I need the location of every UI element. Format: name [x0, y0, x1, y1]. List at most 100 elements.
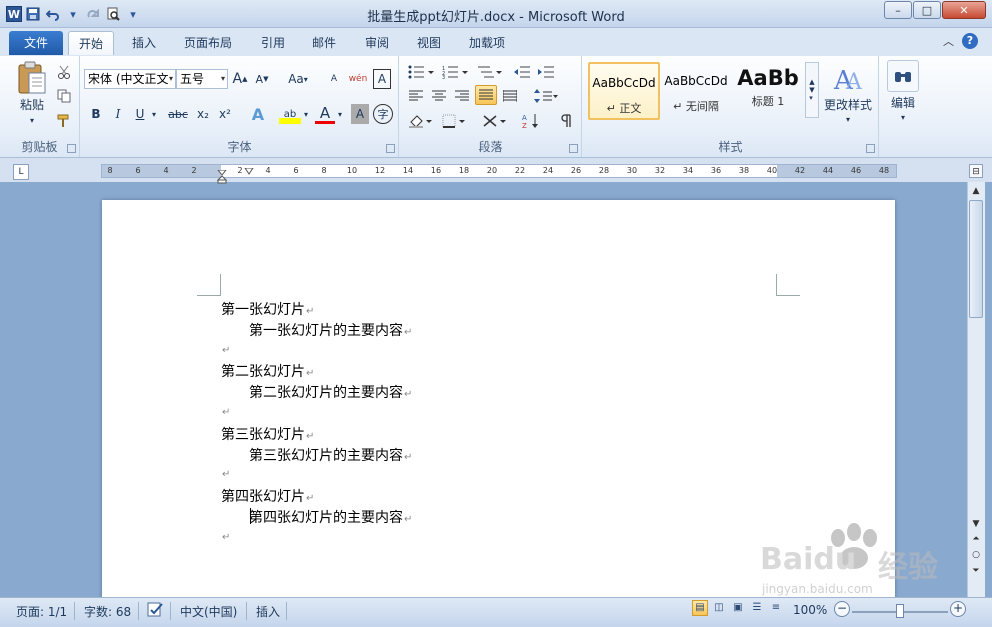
document-line[interactable]: 第一张幻灯片↵: [221, 299, 314, 319]
document-line[interactable]: 第四张幻灯片↵: [221, 486, 314, 506]
character-border-button[interactable]: A: [373, 69, 391, 89]
tab-selector-icon[interactable]: L: [13, 164, 29, 180]
justify-icon[interactable]: [475, 85, 497, 105]
copy-icon[interactable]: [54, 86, 74, 106]
tab-page-layout[interactable]: 页面布局: [174, 31, 242, 55]
shrink-font-button[interactable]: A ▼: [253, 69, 271, 89]
tab-file[interactable]: 文件: [9, 31, 63, 55]
empty-line[interactable]: ↵: [221, 341, 230, 357]
styles-group-label: 样式: [718, 140, 743, 154]
align-center-icon[interactable]: [429, 86, 449, 106]
language-indicator[interactable]: 中文(中国): [180, 603, 237, 620]
tab-view[interactable]: 视图: [407, 31, 451, 55]
tab-mailings[interactable]: 邮件: [302, 31, 346, 55]
increase-indent-icon[interactable]: [536, 62, 556, 82]
underline-dropdown-icon[interactable]: ▾: [149, 104, 159, 124]
decrease-indent-icon[interactable]: [512, 62, 532, 82]
font-color-dropdown-icon[interactable]: ▾: [335, 104, 345, 124]
paste-icon[interactable]: [14, 60, 50, 96]
style-heading-1[interactable]: AaBb 标题 1: [732, 62, 804, 120]
align-left-icon[interactable]: [406, 86, 426, 106]
full-screen-reading-icon[interactable]: ◫: [711, 600, 727, 616]
close-button[interactable]: ✕: [942, 1, 986, 19]
multilevel-list-icon[interactable]: [474, 62, 504, 82]
font-color-button[interactable]: A: [315, 104, 335, 124]
maximize-button[interactable]: □: [913, 1, 941, 19]
format-painter-icon[interactable]: [54, 111, 74, 131]
phonetic-guide-button[interactable]: wén: [347, 69, 369, 89]
first-line-indent-marker[interactable]: [244, 164, 254, 175]
style-no-spacing[interactable]: AaBbCcDd ↵ 无间隔: [660, 62, 732, 120]
editing-dropdown-icon[interactable]: ▾: [893, 112, 913, 122]
subscript-button[interactable]: x₂: [193, 104, 213, 124]
change-case-button[interactable]: Aa ▾: [285, 69, 311, 89]
tab-home[interactable]: 开始: [68, 31, 115, 55]
tab-addins[interactable]: 加载项: [459, 31, 515, 55]
minimize-button[interactable]: –: [884, 1, 912, 19]
svg-text:A: A: [522, 114, 527, 122]
web-layout-icon[interactable]: ▣: [730, 600, 746, 616]
styles-launcher-icon[interactable]: [866, 144, 875, 153]
document-line[interactable]: 第二张幻灯片的主要内容↵: [249, 382, 412, 402]
font-name-select[interactable]: 宋体 (中文正文 ▾: [84, 69, 176, 89]
clipboard-launcher-icon[interactable]: [67, 144, 76, 153]
paragraph-launcher-icon[interactable]: [569, 144, 578, 153]
word-count[interactable]: 字数: 68: [84, 603, 131, 620]
minimize-ribbon-icon[interactable]: ︿: [943, 33, 954, 49]
underline-button[interactable]: U: [131, 104, 149, 124]
insert-mode[interactable]: 插入: [256, 603, 280, 620]
borders-icon[interactable]: [440, 111, 468, 131]
chinese-layout-icon[interactable]: [480, 111, 508, 131]
highlight-button[interactable]: ab: [279, 104, 301, 124]
hanging-indent-marker[interactable]: [216, 169, 228, 184]
page-count[interactable]: 页面: 1/1: [16, 603, 67, 620]
clear-formatting-button[interactable]: A: [324, 69, 344, 89]
document-line[interactable]: 第二张幻灯片↵: [221, 361, 314, 381]
empty-line[interactable]: ↵: [221, 403, 230, 419]
strikethrough-button[interactable]: abc: [165, 104, 191, 124]
superscript-button[interactable]: x²: [215, 104, 235, 124]
empty-line[interactable]: ↵: [221, 528, 230, 544]
document-line[interactable]: 第三张幻灯片↵: [221, 424, 314, 444]
proofing-icon[interactable]: [146, 601, 166, 619]
grow-font-button[interactable]: A ▲: [231, 69, 249, 89]
paste-button-label[interactable]: 粘贴: [14, 96, 50, 112]
scrollbar-thumb[interactable]: [969, 200, 983, 318]
enclose-characters-button[interactable]: 字: [373, 104, 393, 124]
font-launcher-icon[interactable]: [386, 144, 395, 153]
tab-insert[interactable]: 插入: [122, 31, 166, 55]
print-layout-view-icon[interactable]: ▤: [692, 600, 708, 616]
paste-dropdown-icon[interactable]: ▾: [20, 114, 44, 126]
distributed-icon[interactable]: [500, 86, 520, 106]
empty-line[interactable]: ↵: [221, 465, 230, 481]
bold-button[interactable]: B: [87, 104, 105, 124]
sort-icon[interactable]: AZ: [520, 111, 542, 131]
ruler-toggle-icon[interactable]: ⊟: [969, 164, 983, 178]
change-styles-label[interactable]: 更改样式: [821, 96, 875, 112]
document-line[interactable]: 第一张幻灯片的主要内容↵: [249, 320, 412, 340]
shading-icon[interactable]: [406, 111, 434, 131]
tab-references[interactable]: 引用: [251, 31, 295, 55]
help-icon[interactable]: ?: [962, 33, 978, 49]
change-styles-dropdown-icon[interactable]: ▾: [838, 114, 858, 124]
align-right-icon[interactable]: [452, 86, 472, 106]
document-line[interactable]: 第三张幻灯片的主要内容↵: [249, 445, 412, 465]
change-styles-icon[interactable]: AA: [823, 60, 873, 96]
cut-icon[interactable]: [54, 62, 74, 82]
binoculars-icon[interactable]: [887, 60, 919, 92]
style-normal[interactable]: AaBbCcDd ↵ 正文: [588, 62, 660, 120]
line-spacing-icon[interactable]: [532, 86, 560, 106]
bullets-icon[interactable]: [406, 62, 436, 82]
font-size-select[interactable]: 五号 ▾: [176, 69, 228, 89]
document-line[interactable]: 第四张幻灯片的主要内容↵: [249, 507, 412, 527]
italic-button[interactable]: I: [109, 104, 127, 124]
editing-label[interactable]: 编辑: [884, 94, 922, 110]
numbering-icon[interactable]: 123: [440, 62, 470, 82]
scroll-up-icon[interactable]: ▲: [969, 184, 983, 198]
character-shading-button[interactable]: A: [351, 104, 369, 124]
text-effects-button[interactable]: A: [247, 104, 269, 124]
styles-scroll[interactable]: ▲ ▼ ▾: [805, 62, 819, 118]
show-hide-marks-icon[interactable]: [556, 111, 576, 131]
highlight-dropdown-icon[interactable]: ▾: [301, 104, 311, 124]
tab-review[interactable]: 审阅: [355, 31, 399, 55]
